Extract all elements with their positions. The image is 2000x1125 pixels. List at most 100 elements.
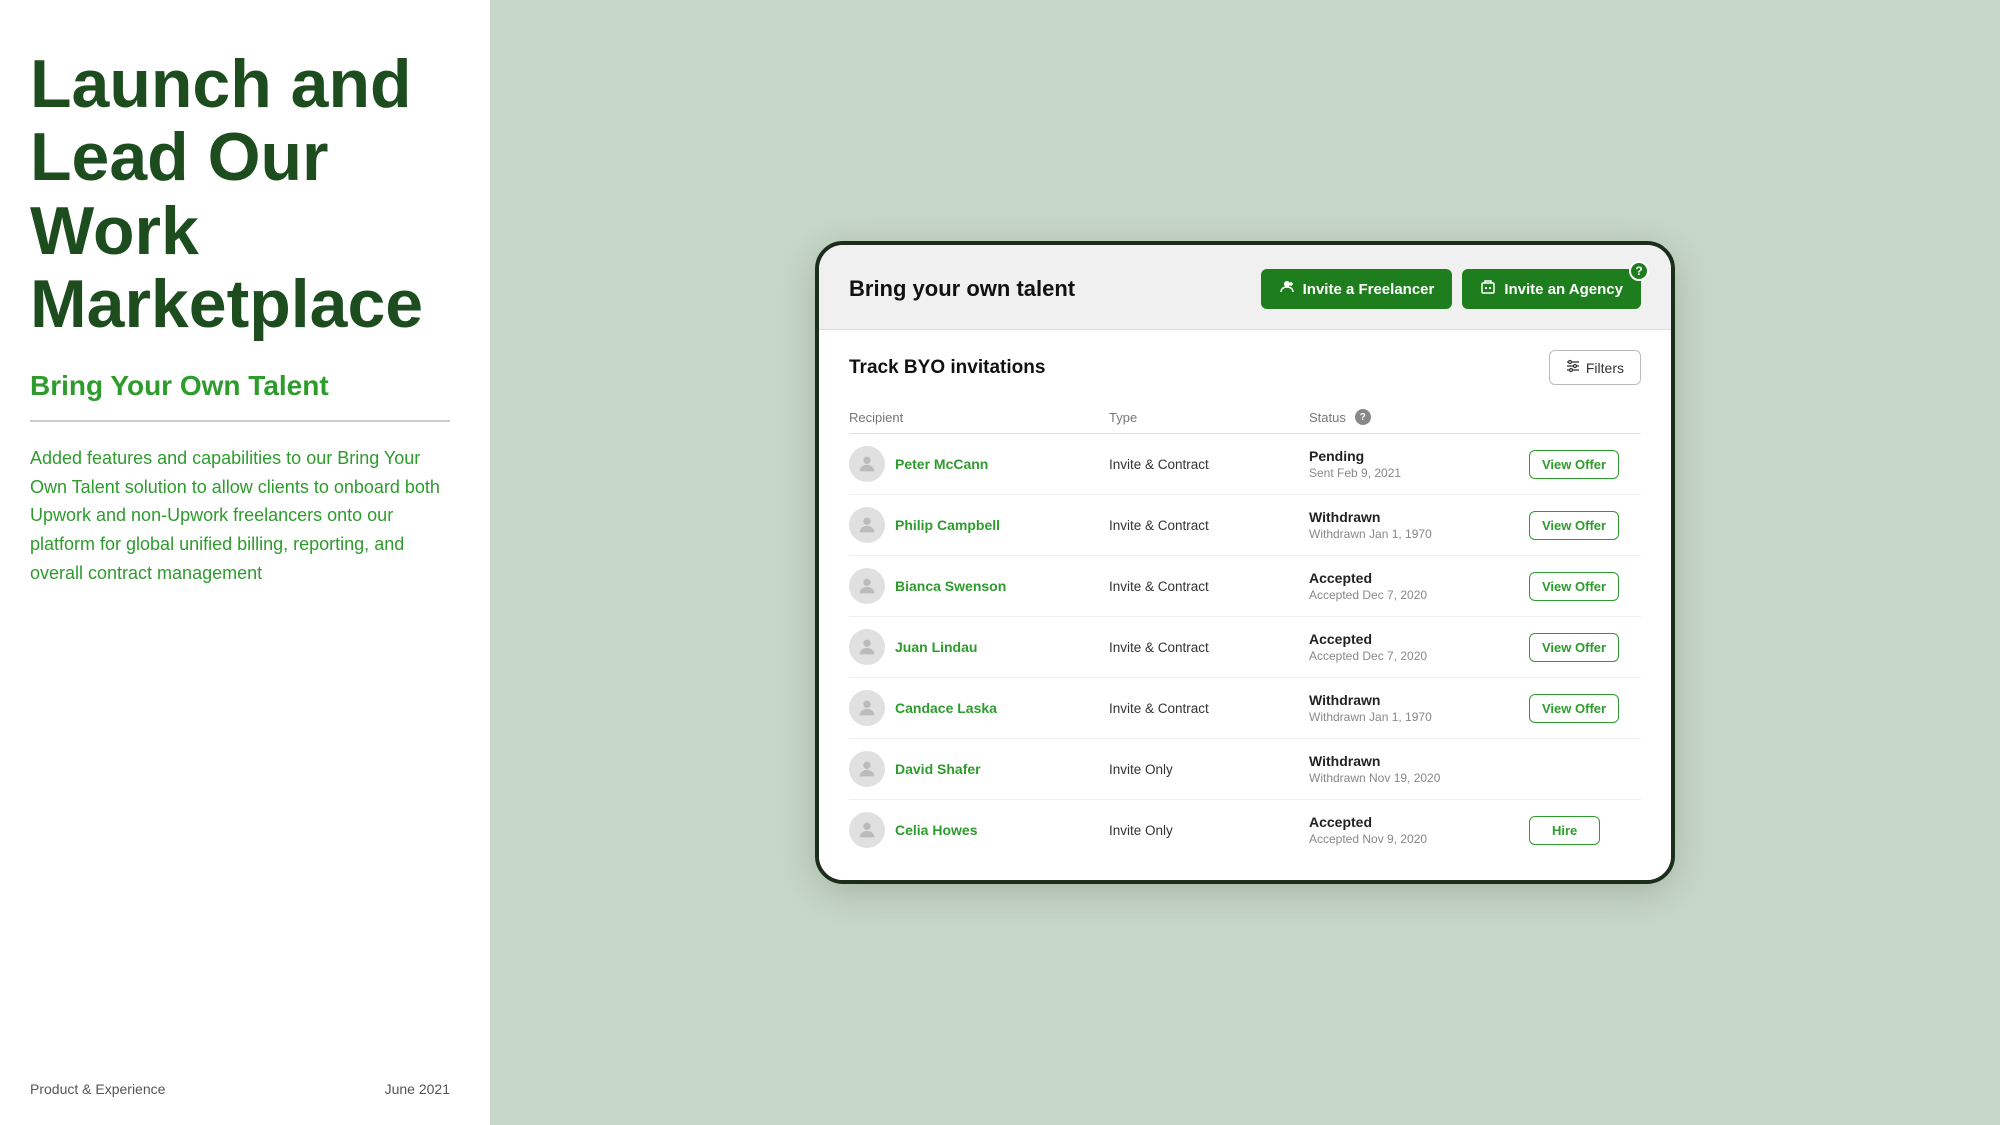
type-cell: Invite & Contract bbox=[1109, 579, 1309, 594]
status-date: Sent Feb 9, 2021 bbox=[1309, 466, 1529, 480]
recipient-name[interactable]: Celia Howes bbox=[895, 822, 977, 838]
recipient-cell: Juan Lindau bbox=[849, 629, 1109, 665]
col-type: Type bbox=[1109, 409, 1309, 425]
recipient-cell: Bianca Swenson bbox=[849, 568, 1109, 604]
action-cell: View Offer bbox=[1529, 694, 1675, 723]
invite-freelancer-button[interactable]: Invite a Freelancer bbox=[1261, 269, 1453, 309]
col-recipient: Recipient bbox=[849, 409, 1109, 425]
status-cell: Accepted Accepted Dec 7, 2020 bbox=[1309, 570, 1529, 602]
type-cell: Invite Only bbox=[1109, 762, 1309, 777]
table-header: Recipient Type Status ? bbox=[849, 401, 1641, 434]
invite-agency-label: Invite an Agency bbox=[1504, 281, 1623, 298]
status-date: Accepted Dec 7, 2020 bbox=[1309, 588, 1529, 602]
footer-product: Product & Experience bbox=[30, 1081, 165, 1097]
table-row: Candace Laska Invite & Contract Withdraw… bbox=[849, 678, 1641, 739]
recipient-name[interactable]: Philip Campbell bbox=[895, 517, 1000, 533]
avatar bbox=[849, 629, 885, 665]
action-cell: Hire bbox=[1529, 816, 1675, 845]
recipient-name[interactable]: Bianca Swenson bbox=[895, 578, 1006, 594]
status-date: Accepted Nov 9, 2020 bbox=[1309, 832, 1529, 846]
header-buttons: Invite a Freelancer Invite an Agency ? bbox=[1261, 269, 1641, 309]
status-cell: Withdrawn Withdrawn Jan 1, 1970 bbox=[1309, 509, 1529, 541]
filters-button[interactable]: Filters bbox=[1549, 350, 1641, 385]
action-cell: View Offer bbox=[1529, 572, 1675, 601]
status-date: Withdrawn Nov 19, 2020 bbox=[1309, 771, 1529, 785]
table-row: David Shafer Invite Only Withdrawn Withd… bbox=[849, 739, 1641, 800]
view-offer-button[interactable]: View Offer bbox=[1529, 572, 1619, 601]
main-title: Launch and Lead Our Work Marketplace bbox=[30, 48, 450, 342]
ui-card: Bring your own talent Invite a Freelance… bbox=[815, 241, 1675, 884]
hire-button[interactable]: Hire bbox=[1529, 816, 1600, 845]
avatar bbox=[849, 568, 885, 604]
table-container: Recipient Type Status ? Peter bbox=[819, 401, 1671, 880]
recipient-name[interactable]: Peter McCann bbox=[895, 456, 988, 472]
recipient-cell: Peter McCann bbox=[849, 446, 1109, 482]
recipient-name[interactable]: Candace Laska bbox=[895, 700, 997, 716]
col-action bbox=[1529, 409, 1675, 425]
view-offer-button[interactable]: View Offer bbox=[1529, 694, 1619, 723]
track-title: Track BYO invitations bbox=[849, 357, 1045, 379]
action-cell: View Offer bbox=[1529, 511, 1675, 540]
status-label: Withdrawn bbox=[1309, 692, 1529, 708]
type-cell: Invite & Contract bbox=[1109, 640, 1309, 655]
status-date: Accepted Dec 7, 2020 bbox=[1309, 649, 1529, 663]
description: Added features and capabilities to our B… bbox=[30, 444, 450, 588]
status-cell: Withdrawn Withdrawn Jan 1, 1970 bbox=[1309, 692, 1529, 724]
avatar bbox=[849, 812, 885, 848]
recipient-cell: Candace Laska bbox=[849, 690, 1109, 726]
footer-date: June 2021 bbox=[385, 1081, 450, 1097]
view-offer-button[interactable]: View Offer bbox=[1529, 450, 1619, 479]
table-row: Philip Campbell Invite & Contract Withdr… bbox=[849, 495, 1641, 556]
status-cell: Accepted Accepted Dec 7, 2020 bbox=[1309, 631, 1529, 663]
recipient-cell: Celia Howes bbox=[849, 812, 1109, 848]
table-rows: Peter McCann Invite & Contract Pending S… bbox=[849, 434, 1641, 860]
table-row: Peter McCann Invite & Contract Pending S… bbox=[849, 434, 1641, 495]
status-date: Withdrawn Jan 1, 1970 bbox=[1309, 527, 1529, 541]
type-cell: Invite & Contract bbox=[1109, 457, 1309, 472]
card-header: Bring your own talent Invite a Freelance… bbox=[819, 245, 1671, 330]
col-status: Status ? bbox=[1309, 409, 1529, 425]
recipient-cell: David Shafer bbox=[849, 751, 1109, 787]
status-label: Withdrawn bbox=[1309, 753, 1529, 769]
status-cell: Withdrawn Withdrawn Nov 19, 2020 bbox=[1309, 753, 1529, 785]
card-body: Track BYO invitations Filters bbox=[819, 330, 1671, 880]
avatar bbox=[849, 690, 885, 726]
recipient-cell: Philip Campbell bbox=[849, 507, 1109, 543]
filters-label: Filters bbox=[1586, 360, 1624, 376]
card-header-title: Bring your own talent bbox=[849, 276, 1075, 302]
invite-agency-button[interactable]: Invite an Agency ? bbox=[1462, 269, 1641, 309]
invite-freelancer-label: Invite a Freelancer bbox=[1303, 281, 1435, 298]
person-icon bbox=[1279, 279, 1295, 299]
track-header: Track BYO invitations Filters bbox=[819, 330, 1671, 385]
status-label: Accepted bbox=[1309, 814, 1529, 830]
help-badge: ? bbox=[1629, 261, 1649, 281]
status-help-icon: ? bbox=[1355, 409, 1371, 425]
type-cell: Invite & Contract bbox=[1109, 701, 1309, 716]
building-icon bbox=[1480, 279, 1496, 299]
action-cell: View Offer bbox=[1529, 450, 1675, 479]
left-panel: Launch and Lead Our Work Marketplace Bri… bbox=[0, 0, 490, 1125]
type-cell: Invite & Contract bbox=[1109, 518, 1309, 533]
status-label: Accepted bbox=[1309, 570, 1529, 586]
footer: Product & Experience June 2021 bbox=[30, 1081, 450, 1097]
subtitle: Bring Your Own Talent bbox=[30, 370, 450, 402]
sliders-icon bbox=[1566, 359, 1580, 376]
avatar bbox=[849, 446, 885, 482]
status-label: Accepted bbox=[1309, 631, 1529, 647]
avatar bbox=[849, 507, 885, 543]
avatar bbox=[849, 751, 885, 787]
table-row: Juan Lindau Invite & Contract Accepted A… bbox=[849, 617, 1641, 678]
right-panel: Bring your own talent Invite a Freelance… bbox=[490, 0, 2000, 1125]
status-cell: Accepted Accepted Nov 9, 2020 bbox=[1309, 814, 1529, 846]
table-row: Celia Howes Invite Only Accepted Accepte… bbox=[849, 800, 1641, 860]
recipient-name[interactable]: Juan Lindau bbox=[895, 639, 977, 655]
view-offer-button[interactable]: View Offer bbox=[1529, 511, 1619, 540]
status-label: Pending bbox=[1309, 448, 1529, 464]
divider bbox=[30, 420, 450, 422]
type-cell: Invite Only bbox=[1109, 823, 1309, 838]
recipient-name[interactable]: David Shafer bbox=[895, 761, 981, 777]
status-cell: Pending Sent Feb 9, 2021 bbox=[1309, 448, 1529, 480]
action-cell: View Offer bbox=[1529, 633, 1675, 662]
status-label: Withdrawn bbox=[1309, 509, 1529, 525]
view-offer-button[interactable]: View Offer bbox=[1529, 633, 1619, 662]
